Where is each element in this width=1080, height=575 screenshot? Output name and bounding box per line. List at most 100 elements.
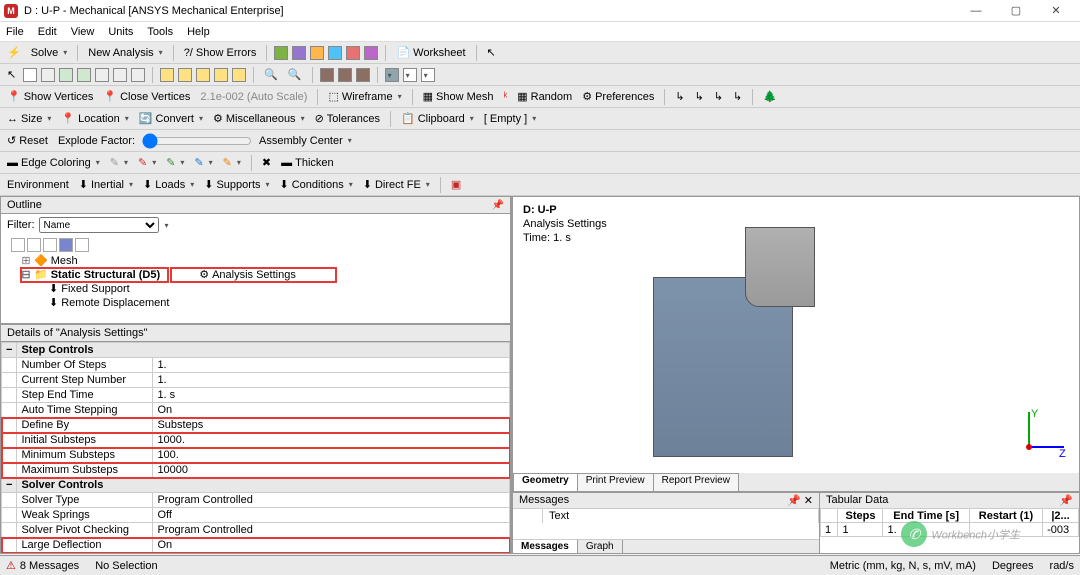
- magnify-plus-icon[interactable]: 🔍: [261, 67, 281, 82]
- coord-icon-4[interactable]: ↳: [730, 89, 745, 104]
- outline-pin-icon[interactable]: 📌: [492, 200, 504, 211]
- row-define-by-val[interactable]: Substeps: [153, 418, 510, 433]
- tolerances-button[interactable]: ⊘ Tolerances: [312, 111, 383, 126]
- clipboard-dropdown[interactable]: 📋 Clipboard: [398, 111, 477, 126]
- zoom-box-icon[interactable]: [214, 68, 228, 82]
- tab-geometry[interactable]: Geometry: [513, 473, 578, 491]
- tool-icon-1[interactable]: [274, 46, 288, 60]
- probe-icon[interactable]: ✖: [259, 155, 274, 170]
- tab-graph[interactable]: Graph: [578, 540, 623, 553]
- tool-icon-3[interactable]: [310, 46, 324, 60]
- supports-dropdown[interactable]: ⬇ Supports: [201, 177, 272, 192]
- explode-slider[interactable]: [142, 133, 252, 149]
- edge-style-5[interactable]: ✎: [220, 155, 244, 170]
- menu-tools[interactable]: Tools: [147, 26, 173, 38]
- back-view-icon[interactable]: [356, 68, 370, 82]
- tree-tool-1[interactable]: [11, 238, 25, 252]
- tree-expand-icon[interactable]: 🌲: [760, 89, 780, 104]
- direct-fe-dropdown[interactable]: ⬇ Direct FE: [360, 177, 433, 192]
- menu-units[interactable]: Units: [108, 26, 133, 38]
- tool-icon-2[interactable]: [292, 46, 306, 60]
- worksheet-button[interactable]: 📄 Worksheet: [393, 45, 468, 60]
- pan-icon[interactable]: [178, 68, 192, 82]
- tab-report-preview[interactable]: Report Preview: [653, 473, 739, 491]
- vertex-select-icon[interactable]: [23, 68, 37, 82]
- close-vertices-button[interactable]: 📍 Close Vertices: [100, 89, 193, 104]
- fit-icon[interactable]: [232, 68, 246, 82]
- fe-extra-icon[interactable]: ▣: [448, 177, 464, 192]
- wireframe-dropdown[interactable]: ⬚ Wireframe: [325, 89, 404, 104]
- location-dropdown[interactable]: 📍 Location: [58, 111, 131, 126]
- status-messages[interactable]: ⚠ 8 Messages: [6, 559, 79, 572]
- menu-file[interactable]: File: [6, 26, 24, 38]
- graphics-viewport[interactable]: D: U-P Analysis Settings Time: 1. s Y Z …: [512, 196, 1080, 492]
- assembly-center-dropdown[interactable]: Assembly Center: [256, 134, 355, 148]
- tab-print-preview[interactable]: Print Preview: [577, 473, 654, 491]
- view-preset-dropdown[interactable]: [385, 68, 399, 82]
- tree-tool-4[interactable]: [59, 238, 73, 252]
- clipboard-empty-dropdown[interactable]: [ Empty ]: [481, 112, 539, 126]
- conditions-dropdown[interactable]: ⬇ Conditions: [277, 177, 356, 192]
- tree-node-analysis-settings[interactable]: ⚙ Analysis Settings: [171, 268, 336, 282]
- cursor-icon[interactable]: ↖: [484, 45, 499, 60]
- solve-dropdown[interactable]: Solve: [28, 46, 71, 60]
- random-button[interactable]: ▦ Random: [514, 89, 575, 104]
- view-preset-2-dropdown[interactable]: [403, 68, 417, 82]
- tree-node-remote-displacement[interactable]: ⬇ Remote Displacement: [21, 296, 508, 310]
- edge-coloring-dropdown[interactable]: ▬ Edge Coloring: [4, 156, 103, 170]
- body-select-icon[interactable]: [77, 68, 91, 82]
- rotate-icon[interactable]: [160, 68, 174, 82]
- tabular-pin-icon[interactable]: 📌: [1059, 494, 1073, 507]
- row-large-deflection-val[interactable]: On: [153, 538, 510, 553]
- maximize-button[interactable]: ▢: [996, 0, 1036, 22]
- node-select-icon[interactable]: [95, 68, 109, 82]
- edge-style-4[interactable]: ✎: [191, 155, 215, 170]
- menu-help[interactable]: Help: [187, 26, 210, 38]
- triad-icon[interactable]: Y Z: [1009, 407, 1069, 467]
- coord-icon-3[interactable]: ↳: [711, 89, 726, 104]
- tab-messages[interactable]: Messages: [513, 540, 578, 553]
- edge-style-2[interactable]: ✎: [135, 155, 159, 170]
- inertial-dropdown[interactable]: ⬇ Inertial: [76, 177, 136, 192]
- edge-style-3[interactable]: ✎: [163, 155, 187, 170]
- close-button[interactable]: ✕: [1036, 0, 1076, 22]
- loads-dropdown[interactable]: ⬇ Loads: [140, 177, 197, 192]
- lightning-icon[interactable]: ⚡: [4, 45, 24, 60]
- coord-icon-1[interactable]: ↳: [672, 89, 687, 104]
- section-toggle[interactable]: −: [2, 343, 17, 358]
- new-analysis-dropdown[interactable]: New Analysis: [85, 46, 165, 60]
- show-errors-button[interactable]: ?/ Show Errors: [181, 46, 260, 60]
- tree-node-mesh[interactable]: ⊞🔶 Mesh: [21, 254, 508, 268]
- coord-icon-2[interactable]: ↳: [692, 89, 707, 104]
- mesh-k-icon[interactable]: ᵏ: [500, 90, 510, 104]
- face-select-icon[interactable]: [59, 68, 73, 82]
- magnify-minus-icon[interactable]: 🔍: [285, 67, 305, 82]
- view-preset-3-dropdown[interactable]: [421, 68, 435, 82]
- minimize-button[interactable]: —: [956, 0, 996, 22]
- tree-tool-5[interactable]: [75, 238, 89, 252]
- thicken-button[interactable]: ▬ Thicken: [278, 156, 337, 170]
- element-select-icon[interactable]: [113, 68, 127, 82]
- edge-select-icon[interactable]: [41, 68, 55, 82]
- tool-icon-6[interactable]: [364, 46, 378, 60]
- preferences-button[interactable]: ⚙ Preferences: [579, 89, 657, 104]
- filter-extra-dropdown[interactable]: [163, 219, 169, 231]
- iso-view-icon[interactable]: [320, 68, 334, 82]
- tree-tool-2[interactable]: [27, 238, 41, 252]
- filter-select[interactable]: Name: [39, 217, 159, 233]
- show-vertices-button[interactable]: 📍 Show Vertices: [4, 89, 96, 104]
- messages-pin-icon[interactable]: 📌 ✕: [787, 494, 813, 507]
- show-mesh-button[interactable]: ▦ Show Mesh: [420, 89, 497, 104]
- zoom-icon[interactable]: [196, 68, 210, 82]
- edge-style-1[interactable]: ✎: [107, 155, 131, 170]
- box-select-icon[interactable]: [131, 68, 145, 82]
- front-view-icon[interactable]: [338, 68, 352, 82]
- convert-dropdown[interactable]: 🔄 Convert: [136, 111, 206, 126]
- tool-icon-5[interactable]: [346, 46, 360, 60]
- menu-edit[interactable]: Edit: [38, 26, 57, 38]
- tree-tool-3[interactable]: [43, 238, 57, 252]
- menu-view[interactable]: View: [71, 26, 95, 38]
- misc-dropdown[interactable]: ⚙ Miscellaneous: [210, 111, 308, 126]
- size-dropdown[interactable]: ↔ Size: [4, 112, 54, 126]
- reset-button[interactable]: ↺ Reset: [4, 133, 51, 148]
